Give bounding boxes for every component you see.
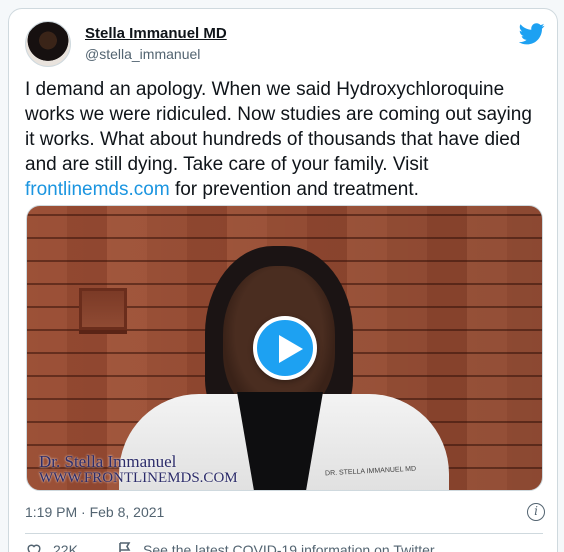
twitter-bird-icon[interactable] [519, 23, 545, 45]
author-name[interactable]: Stella Immanuel MD [85, 25, 227, 43]
author-info: Stella Immanuel MD @stella_immanuel [85, 25, 227, 63]
author-avatar[interactable] [25, 21, 71, 67]
like-count[interactable]: 22K [53, 542, 78, 552]
author-handle[interactable]: @stella_immanuel [85, 45, 227, 63]
tweet-text-tail: for prevention and treatment. [169, 179, 419, 200]
tweet-card: Stella Immanuel MD @stella_immanuel I de… [8, 8, 558, 552]
video-caption-name: Dr. Stella Immanuel [39, 452, 177, 471]
tweet-header: Stella Immanuel MD @stella_immanuel [25, 21, 545, 69]
tweet-text-body: I demand an apology. When we said Hydrox… [25, 79, 532, 175]
video-caption-site: WWW.FRONTLINEMDS.COM [39, 470, 238, 486]
tweet-meta: 1:19 PM · Feb 8, 2021 i [25, 501, 545, 523]
info-icon[interactable]: i [527, 503, 545, 521]
play-button[interactable] [253, 316, 317, 380]
divider [25, 533, 543, 534]
covid-info-link[interactable]: See the latest COVID-19 information on T… [143, 542, 435, 552]
video-player[interactable]: DR. STELLA IMMANUEL MD Dr. Stella Immanu… [26, 205, 543, 491]
tweet-actions: 22K See the latest COVID-19 information … [25, 540, 545, 552]
heart-icon[interactable] [25, 542, 43, 552]
play-icon [279, 335, 303, 363]
tweet-text: I demand an apology. When we said Hydrox… [25, 77, 545, 202]
tweet-link[interactable]: frontlinemds.com [25, 179, 170, 200]
wall-niche [79, 288, 127, 330]
covid-info-icon[interactable] [117, 541, 133, 552]
tweet-timestamp[interactable]: 1:19 PM · Feb 8, 2021 [25, 504, 164, 520]
